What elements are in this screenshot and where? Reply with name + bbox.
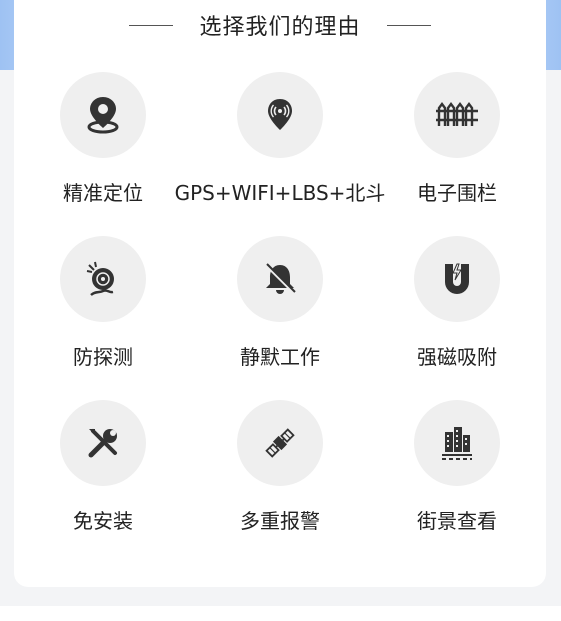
title-divider-left [129, 24, 174, 26]
bottom-strip [0, 606, 561, 621]
feature-multiple-alarms[interactable]: 多重报警 [191, 400, 369, 534]
location-pin-icon [60, 72, 146, 158]
feature-precise-location[interactable]: 精准定位 [14, 72, 192, 206]
title-divider-right [386, 24, 431, 26]
features-row: 免安装 多重报警 街景查看 [14, 400, 546, 564]
feature-label: 防探测 [73, 345, 133, 369]
feature-anti-detection[interactable]: 防探测 [14, 236, 192, 370]
feature-label: 多重报警 [240, 509, 320, 533]
magnet-icon [414, 236, 500, 322]
feature-label: 免安装 [73, 509, 133, 533]
feature-label: 电子围栏 [417, 181, 497, 205]
section-title-row: 选择我们的理由 [14, 0, 546, 50]
tools-icon [60, 400, 146, 486]
satellite-icon [237, 400, 323, 486]
feature-silent-work[interactable]: 静默工作 [191, 236, 369, 370]
features-grid: 精准定位 GPS+WIFI+LBS+北斗 电子围栏 防探测 静默工作 强磁吸附 … [14, 72, 546, 564]
feature-label: 精准定位 [63, 181, 143, 205]
feature-label: 静默工作 [240, 345, 320, 369]
feature-label: GPS+WIFI+LBS+北斗 [174, 181, 386, 205]
street-view-icon [414, 400, 500, 486]
feature-street-view[interactable]: 街景查看 [368, 400, 546, 534]
feature-electronic-fence[interactable]: 电子围栏 [368, 72, 546, 206]
feature-no-installation[interactable]: 免安装 [14, 400, 192, 534]
feature-gps-wifi-lbs-beidou[interactable]: GPS+WIFI+LBS+北斗 [175, 72, 385, 206]
features-row: 精准定位 GPS+WIFI+LBS+北斗 电子围栏 [14, 72, 546, 236]
fence-icon [414, 72, 500, 158]
feature-label: 强磁吸附 [417, 345, 497, 369]
signal-pin-icon [237, 72, 323, 158]
section-title: 选择我们的理由 [199, 15, 361, 40]
features-card: 选择我们的理由 精准定位 GPS+WIFI+LBS+北斗 电子围栏 防探测 静默… [14, 0, 546, 587]
muted-bell-icon [237, 236, 323, 322]
feature-strong-magnet[interactable]: 强磁吸附 [368, 236, 546, 370]
feature-label: 街景查看 [417, 509, 497, 533]
features-row: 防探测 静默工作 强磁吸附 [14, 236, 546, 400]
anti-detection-icon [60, 236, 146, 322]
